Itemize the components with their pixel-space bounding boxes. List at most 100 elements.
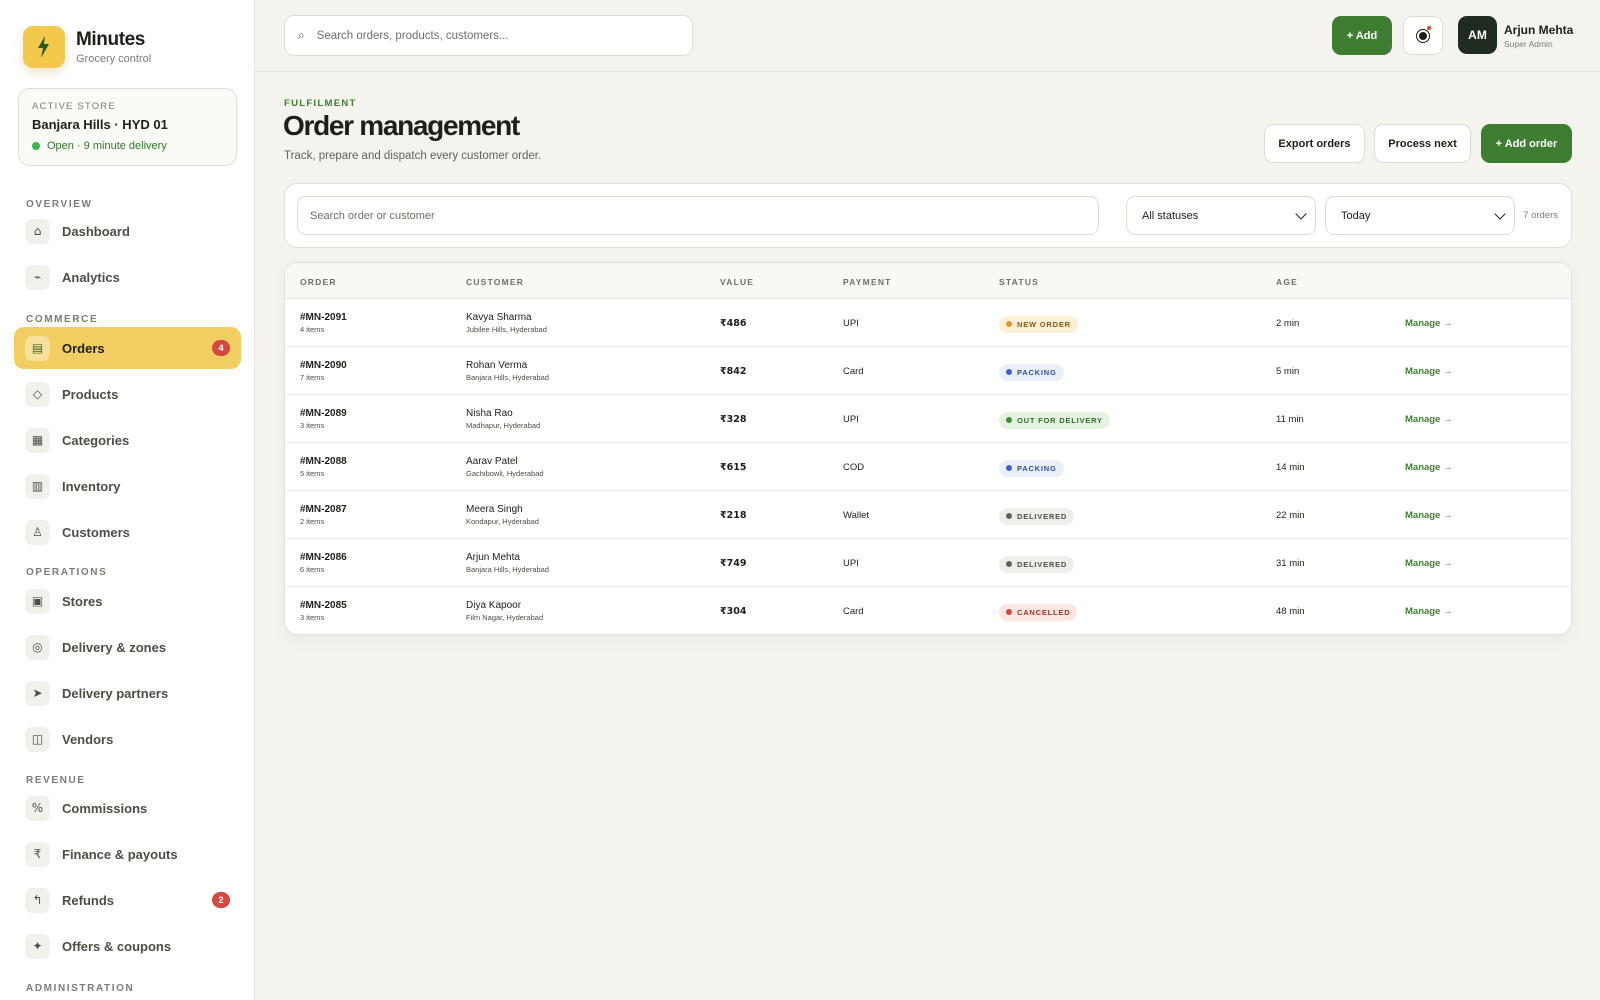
- order-search[interactable]: [297, 196, 1099, 235]
- home-icon: ⌂: [25, 218, 50, 244]
- status-dot-icon: [1006, 369, 1012, 375]
- sidebar-item-delivery-partners[interactable]: ➤ Delivery partners: [14, 672, 241, 714]
- status-cell: DELIVERED: [999, 554, 1075, 573]
- stores-icon: ▣: [25, 588, 50, 614]
- sidebar-item-label: Vendors: [62, 731, 114, 747]
- add-button[interactable]: + Add: [1332, 16, 1392, 55]
- sidebar-item-inventory[interactable]: ▥ Inventory: [14, 465, 241, 507]
- payment-method: Card: [843, 366, 864, 377]
- table-row[interactable]: #MN-2087 2 items Meera Singh Kondapur, Hyde…: [285, 491, 1571, 539]
- table-row[interactable]: #MN-2085 3 items Diya Kapoor Film Nagar, Hy…: [285, 587, 1571, 634]
- orders-icon: ▤: [25, 335, 50, 361]
- export-orders-button[interactable]: Export orders: [1264, 124, 1365, 163]
- sidebar-item-analytics[interactable]: ⌁ Analytics: [14, 256, 241, 298]
- status-text: NEW ORDER: [1017, 319, 1071, 329]
- active-store-card[interactable]: ACTIVE STORE Banjara Hills · HYD 01 Open…: [18, 88, 237, 166]
- global-search[interactable]: ⌕: [284, 15, 693, 56]
- manage-link[interactable]: Manage →: [1405, 606, 1453, 617]
- page-subtitle: Track, prepare and dispatch every custom…: [284, 150, 542, 162]
- sidebar-item-refunds[interactable]: ↰ Refunds 2: [14, 879, 241, 921]
- order-item-count: 4 items: [300, 325, 325, 334]
- sidebar-item-products[interactable]: ◇ Products: [14, 373, 241, 415]
- manage-link[interactable]: Manage →: [1405, 366, 1453, 377]
- sidebar-item-label: Delivery partners: [62, 685, 169, 701]
- status-cell: DELIVERED: [999, 506, 1075, 525]
- customer-name: Arjun Mehta: [466, 552, 520, 563]
- column-header-customer: CUSTOMER: [466, 277, 525, 287]
- order-search-input[interactable]: [310, 209, 1080, 222]
- sidebar-item-finance-payouts[interactable]: ₹ Finance & payouts: [14, 833, 241, 875]
- process-next-button[interactable]: Process next: [1374, 124, 1471, 163]
- sidebar-item-offers-coupons[interactable]: ✦ Offers & coupons: [14, 925, 241, 967]
- sidebar-item-customers[interactable]: ♙ Customers: [14, 511, 241, 553]
- sidebar-item-label: Orders: [62, 340, 105, 356]
- table-row[interactable]: #MN-2088 5 items Aarav Patel Gachibowli, Hy…: [285, 443, 1571, 491]
- filter-bar: All statuses Today 7 orders: [284, 183, 1572, 248]
- store-status-text: Open · 9 minute delivery: [47, 140, 167, 152]
- manage-link[interactable]: Manage →: [1405, 318, 1453, 329]
- finance-icon: ₹: [25, 841, 50, 867]
- sidebar-item-label: Offers & coupons: [62, 938, 172, 954]
- table-row[interactable]: #MN-2086 6 items Arjun Mehta Banjara Hills,…: [285, 539, 1571, 587]
- customer-area: Madhapur, Hyderabad: [466, 421, 541, 430]
- order-id: #MN-2087: [300, 504, 347, 515]
- status-filter-select[interactable]: All statuses: [1126, 196, 1316, 235]
- add-order-button[interactable]: + Add order: [1481, 124, 1572, 163]
- sidebar-item-categories[interactable]: ▦ Categories: [14, 419, 241, 461]
- date-filter-select[interactable]: Today: [1325, 196, 1515, 235]
- vendors-icon: ◫: [25, 726, 50, 752]
- order-value: ₹304: [720, 606, 747, 617]
- sidebar-item-orders[interactable]: ▤ Orders 4: [14, 327, 241, 369]
- page-title: Order management: [283, 110, 520, 141]
- sidebar-item-vendors[interactable]: ◫ Vendors: [14, 718, 241, 760]
- brand-name: Minutes: [76, 29, 145, 50]
- status-text: DELIVERED: [1017, 559, 1068, 569]
- status-badge: DELIVERED: [999, 507, 1075, 525]
- sidebar-item-commissions[interactable]: % Commissions: [14, 787, 241, 829]
- customer-cell: Nisha Rao Madhapur, Hyderabad: [466, 408, 540, 430]
- order-cell: #MN-2091 4 items: [300, 312, 347, 334]
- customer-name: Kavya Sharma: [466, 312, 532, 323]
- status-dot-icon: [1006, 561, 1012, 567]
- table-row[interactable]: #MN-2090 7 items Rohan Verma Banjara Hills,…: [285, 347, 1571, 395]
- order-id: #MN-2090: [300, 360, 347, 371]
- manage-link[interactable]: Manage →: [1405, 510, 1453, 521]
- customer-cell: Arjun Mehta Banjara Hills, Hyderabad: [466, 552, 549, 574]
- payment-method: UPI: [843, 318, 859, 329]
- commissions-icon: %: [25, 795, 50, 821]
- order-count: 7 orders: [1523, 210, 1558, 221]
- order-age: 22 min: [1276, 510, 1305, 521]
- table-row[interactable]: #MN-2091 4 items Kavya Sharma Jubilee Hills…: [285, 299, 1571, 347]
- customer-name: Rohan Verma: [466, 360, 528, 371]
- customer-name: Meera Singh: [466, 504, 523, 515]
- order-id: #MN-2091: [300, 312, 347, 323]
- sidebar-item-stores[interactable]: ▣ Stores: [14, 580, 241, 622]
- order-cell: #MN-2085 3 items: [300, 600, 347, 622]
- column-header-payment: PAYMENT: [843, 277, 892, 287]
- status-badge: OUT FOR DELIVERY: [999, 411, 1110, 429]
- nav-section-label: OPERATIONS: [26, 567, 108, 578]
- customer-name: Diya Kapoor: [466, 600, 522, 611]
- brand[interactable]: Minutes Grocery control: [23, 26, 151, 68]
- customer-area: Jubilee Hills, Hyderabad: [466, 325, 547, 334]
- sidebar-item-label: Dashboard: [62, 223, 130, 239]
- column-header-age: AGE: [1276, 277, 1299, 287]
- orders-table: ORDER CUSTOMER VALUE PAYMENT STATUS AGE …: [284, 262, 1572, 635]
- active-store-label: ACTIVE STORE: [32, 101, 116, 112]
- manage-link[interactable]: Manage →: [1405, 414, 1453, 425]
- manage-link[interactable]: Manage →: [1405, 558, 1453, 569]
- global-search-input[interactable]: [316, 29, 677, 42]
- customer-name: Aarav Patel: [466, 456, 518, 467]
- avatar[interactable]: AM: [1458, 16, 1497, 54]
- notifications-button[interactable]: [1403, 16, 1443, 55]
- customer-area: Banjara Hills, Hyderabad: [466, 373, 549, 382]
- table-row[interactable]: #MN-2089 3 items Nisha Rao Madhapur, Hydera…: [285, 395, 1571, 443]
- customer-name: Nisha Rao: [466, 408, 513, 419]
- order-item-count: 7 items: [300, 373, 325, 382]
- status-filter-value: All statuses: [1142, 209, 1199, 222]
- table-header: ORDER CUSTOMER VALUE PAYMENT STATUS AGE: [285, 263, 1571, 299]
- manage-link[interactable]: Manage →: [1405, 462, 1453, 473]
- sidebar-item-delivery-zones[interactable]: ◎ Delivery & zones: [14, 626, 241, 668]
- sidebar-item-dashboard[interactable]: ⌂ Dashboard: [14, 210, 241, 252]
- inventory-icon: ▥: [25, 473, 50, 499]
